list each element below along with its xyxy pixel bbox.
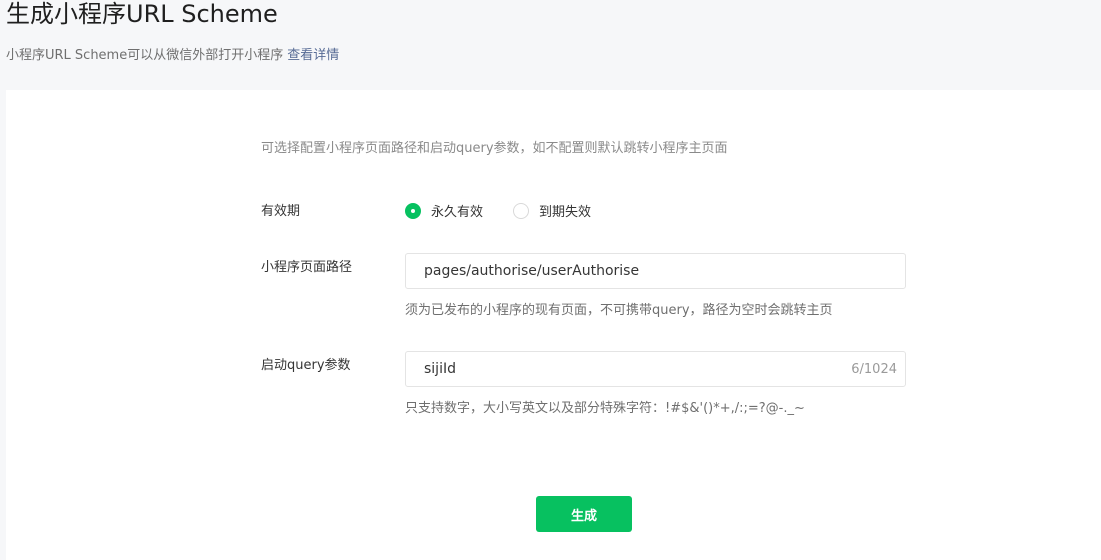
page-path-label: 小程序页面路径: [261, 260, 353, 275]
page-path-field[interactable]: [405, 253, 906, 289]
radio-expire-indicator[interactable]: [513, 202, 530, 219]
radio-permanent-indicator[interactable]: [405, 202, 421, 219]
radio-expire[interactable]: 到期失效: [513, 201, 591, 220]
page-description-text: 小程序URL Scheme可以从微信外部打开小程序: [6, 48, 284, 63]
page-description: 小程序URL Scheme可以从微信外部打开小程序 查看详情: [6, 47, 339, 65]
form-card: 可选择配置小程序页面路径和启动query参数，如不配置则默认跳转小程序主页面 有…: [6, 90, 1101, 560]
radio-permanent-label: 永久有效: [431, 205, 484, 220]
query-field[interactable]: 6/1024: [405, 351, 906, 387]
validity-radio-group: 永久有效 到期失效: [405, 201, 621, 220]
form-tip: 可选择配置小程序页面路径和启动query参数，如不配置则默认跳转小程序主页面: [261, 141, 728, 156]
radio-expire-label: 到期失效: [539, 205, 592, 220]
query-input[interactable]: [424, 361, 852, 377]
page-path-hint: 须为已发布的小程序的现有页面，不可携带query，路径为空时会跳转主页: [405, 303, 833, 318]
validity-label: 有效期: [261, 204, 301, 219]
generate-button[interactable]: 生成: [536, 496, 632, 532]
query-label: 启动query参数: [261, 358, 351, 373]
radio-permanent[interactable]: 永久有效: [405, 201, 483, 220]
page-title: 生成小程序URL Scheme: [6, 0, 278, 28]
query-hint: 只支持数字，大小写英文以及部分特殊字符：!#$&'()*+,/:;=?@-._~: [405, 401, 805, 416]
query-char-counter: 6/1024: [851, 361, 897, 377]
view-details-link[interactable]: 查看详情: [287, 48, 339, 63]
page-path-input[interactable]: [424, 263, 897, 279]
